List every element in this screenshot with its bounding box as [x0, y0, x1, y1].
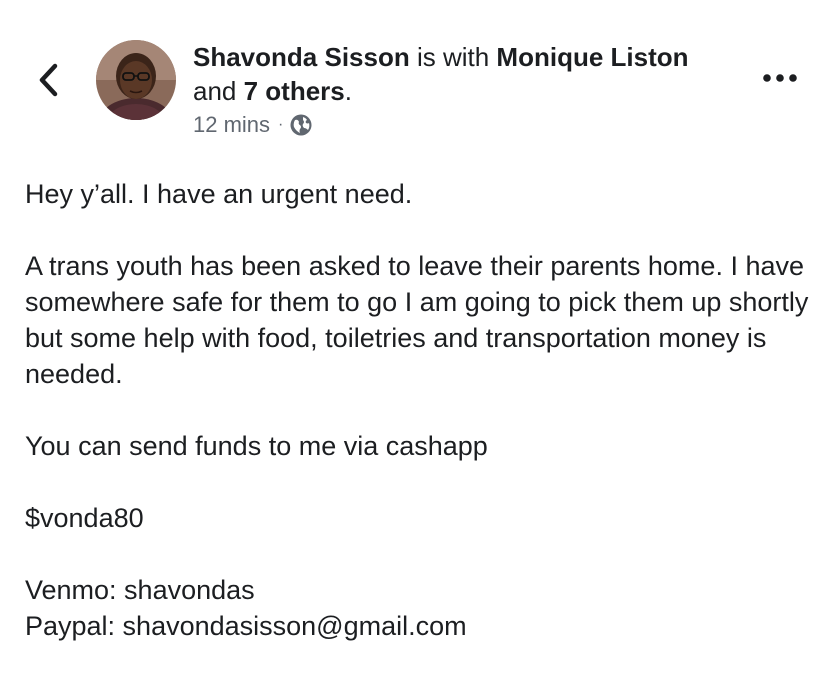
globe-icon[interactable] [290, 114, 312, 136]
timestamp[interactable]: 12 mins [193, 112, 270, 138]
back-button[interactable] [30, 58, 66, 102]
is-with-text: is with [409, 42, 497, 72]
post-venmo-line: Venmo: shavondas [25, 575, 255, 605]
avatar-photo [96, 40, 176, 120]
tagged-person[interactable]: Monique Liston [496, 42, 688, 72]
post-paragraph-4: $vonda80 [25, 503, 144, 533]
and-text: and [193, 76, 244, 106]
avatar[interactable] [96, 40, 176, 120]
post-paragraph-2: A trans youth has been asked to leave th… [25, 251, 809, 389]
meta-separator: · [278, 116, 284, 133]
post-paypal-line: Paypal: shavondasisson@gmail.com [25, 611, 467, 641]
others-link[interactable]: 7 others [244, 76, 345, 106]
post-paragraph-1: Hey y’all. I have an urgent need. [25, 179, 413, 209]
post-header: Shavonda Sisson is with Monique Liston an… [193, 40, 753, 108]
period-text: . [344, 76, 352, 106]
more-dots-icon [763, 74, 797, 82]
post-body: Hey y’all. I have an urgent need. A tran… [25, 176, 815, 644]
chevron-left-icon [39, 63, 58, 97]
author-name[interactable]: Shavonda Sisson [193, 42, 410, 72]
more-options-button[interactable] [760, 66, 800, 90]
post-meta: 12 mins · [193, 111, 312, 139]
post-paragraph-3: You can send funds to me via cashapp [25, 431, 488, 461]
